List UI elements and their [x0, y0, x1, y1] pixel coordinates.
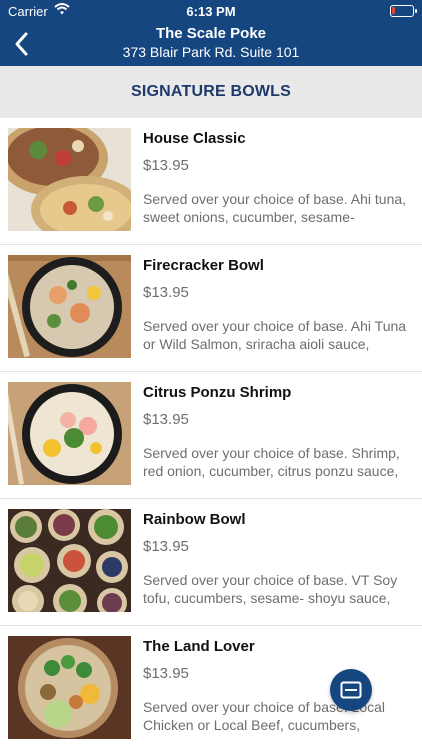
cart-button[interactable] — [330, 669, 372, 711]
item-name: House Classic — [143, 130, 246, 147]
battery-icon — [390, 5, 417, 17]
item-name: The Land Lover — [143, 638, 255, 655]
item-price: $13.95 — [143, 157, 189, 174]
section-header: SIGNATURE BOWLS — [0, 66, 422, 118]
item-name: Citrus Ponzu Shrimp — [143, 384, 292, 401]
section-title: SIGNATURE BOWLS — [130, 83, 292, 100]
menu-item[interactable]: Citrus Ponzu Shrimp $13.95 Served over y… — [0, 372, 422, 499]
dish-photo — [8, 636, 131, 739]
item-description: Served over your choice of base. Local C… — [143, 699, 386, 733]
item-name: Firecracker Bowl — [143, 257, 264, 274]
battery-level — [392, 7, 395, 14]
menu-item[interactable]: Rainbow Bowl $13.95 Served over your cho… — [0, 499, 422, 626]
item-description: Served over your choice of base. VT Soy … — [143, 572, 398, 606]
item-price: $13.95 — [143, 284, 189, 301]
dish-photo — [8, 382, 131, 485]
dish-photo — [8, 128, 131, 231]
clock-label: 6:13 PM — [186, 4, 236, 19]
dish-photo — [8, 255, 131, 358]
menu-list: House Classic $13.95 Served over your ch… — [0, 118, 422, 750]
restaurant-address: 373 Blair Park Rd. Suite 101 — [122, 44, 300, 60]
status-bar: Carrier 6:13 PM — [0, 0, 422, 22]
item-price: $13.95 — [143, 411, 189, 428]
item-description: Served over your choice of base. Ahi tun… — [143, 191, 407, 225]
restaurant-title: The Scale Poke — [155, 25, 267, 42]
menu-item[interactable]: Firecracker Bowl $13.95 Served over your… — [0, 245, 422, 372]
nav-bar: The Scale Poke 373 Blair Park Rd. Suite … — [0, 22, 422, 66]
item-price: $13.95 — [143, 538, 189, 555]
item-description: Served over your choice of base. Ahi Tun… — [143, 318, 407, 352]
item-name: Rainbow Bowl — [143, 511, 246, 528]
dish-photo — [8, 509, 131, 612]
cart-icon — [340, 681, 362, 699]
item-description: Served over your choice of base. Shrimp,… — [143, 445, 400, 479]
item-price: $13.95 — [143, 665, 189, 682]
menu-item[interactable]: House Classic $13.95 Served over your ch… — [0, 118, 422, 245]
